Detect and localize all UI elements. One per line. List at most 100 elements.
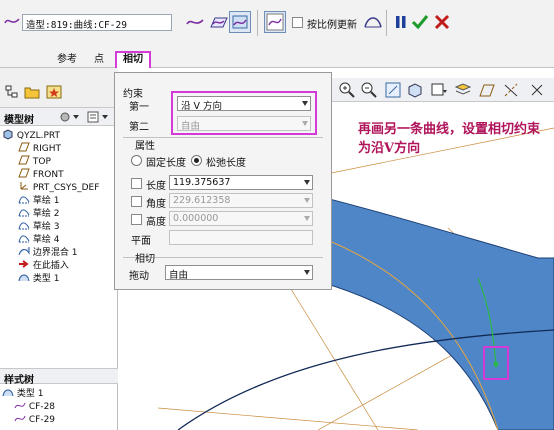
zoom-out-icon[interactable] [360, 81, 378, 99]
tree-item-sketch4[interactable]: 草绘 4 [18, 232, 60, 245]
tree-item-label: CF-28 [28, 402, 56, 412]
tree-item-label: QYZL.PRT [16, 131, 61, 141]
length-input[interactable]: 119.375637 [169, 175, 313, 190]
length-checkbox[interactable] [131, 178, 142, 189]
curvature-icon[interactable] [264, 11, 286, 33]
style-item-type[interactable]: 类型 1 [2, 386, 43, 399]
chevron-down-icon [304, 270, 310, 275]
tangency-panel: 约束 第一 沿 V 方向 第二 自由 属性 固定长度 松弛长度 长度 119.3… [114, 72, 332, 290]
style-item-cf29[interactable]: CF-29 [14, 412, 56, 425]
height-checkbox[interactable] [131, 214, 142, 225]
model-tree-tab-icon[interactable] [4, 84, 20, 100]
fixed-length-label: 固定长度 [146, 158, 186, 169]
tree-item-label: 边界混合 1 [32, 248, 78, 258]
saved-views-icon[interactable] [430, 81, 448, 99]
style-feature-icon [18, 274, 30, 282]
tree-item-front[interactable]: FRONT [18, 167, 64, 180]
refit-icon[interactable] [384, 81, 402, 99]
tab-tangency[interactable]: 相切 [115, 51, 151, 69]
datum-plane-icon [18, 168, 30, 178]
scale-update-label: 按比例更新 [307, 20, 357, 31]
datum-plane-icon [18, 142, 30, 152]
tree-item-sketch1[interactable]: 草绘 1 [18, 193, 59, 206]
first-constraint-label: 第一 [129, 102, 149, 113]
model-tree-label: 模型树 [4, 115, 34, 126]
instruction-annotation: 再画另一条曲线，设置相切约束为沿V方向 [358, 122, 541, 156]
tree-item-part[interactable]: QYZL.PRT [2, 128, 61, 141]
curve-name-field[interactable]: 造型:819:曲线:CF-29 [22, 14, 172, 31]
tree-item-top[interactable]: TOP [18, 154, 51, 167]
sketch-icon [18, 196, 30, 204]
style-curve-icon [14, 415, 26, 422]
tab-bar: 参考 点 相切 [0, 48, 554, 69]
style-tree-header: 样式树 [0, 368, 118, 386]
top-toolbar: 造型:819:曲线:CF-29 按比例更新 [0, 0, 554, 48]
tree-item-label: PRT_CSYS_DEF [32, 183, 100, 193]
tangency-group-label: 相切 [135, 254, 155, 265]
tree-item-insert-here[interactable]: 在此插入 [18, 258, 69, 271]
datum-axis-icon[interactable] [502, 81, 520, 99]
part-icon [3, 129, 13, 140]
property-group-label: 属性 [135, 141, 155, 152]
curve-on-surface-icon[interactable] [229, 11, 251, 33]
angle-input[interactable]: 229.612358 [169, 193, 313, 208]
model-tree-header: 模型树 [0, 108, 118, 126]
sketch-icon [18, 222, 30, 230]
height-value: 0.000000 [173, 213, 219, 224]
style-item-cf28[interactable]: CF-28 [14, 399, 56, 412]
datum-display-icon[interactable] [478, 81, 496, 99]
tree-item-csys[interactable]: PRT_CSYS_DEF [18, 180, 100, 193]
tab-point[interactable]: 点 [84, 53, 114, 69]
style-curve-icon [14, 402, 26, 409]
angle-checkbox[interactable] [131, 196, 142, 207]
planar-curve-icon[interactable] [207, 11, 229, 33]
tree-item-label: TOP [32, 157, 51, 167]
navigator-toolbar [0, 68, 118, 108]
tree-item-style-feature[interactable]: 类型 1 [18, 271, 59, 284]
style-tree-label: 样式树 [4, 375, 34, 386]
tree-item-label: CF-29 [28, 415, 56, 425]
length-value: 119.375637 [173, 177, 231, 188]
scale-update-checkbox[interactable] [292, 17, 303, 28]
layers-icon[interactable] [454, 81, 472, 99]
left-panel: 模型树 QYZL.PRT RIGHT TOP FRONT PRT_CSYS_DE… [0, 68, 118, 430]
toolbar-separator [386, 10, 387, 36]
plane-label: 平面 [131, 236, 151, 247]
drag-value: 自由 [169, 270, 189, 281]
tree-item-boundary-blend[interactable]: 边界混合 1 [18, 245, 78, 258]
angle-value: 229.612358 [173, 195, 231, 206]
favorites-icon[interactable] [46, 84, 62, 100]
sketch-icon [18, 235, 30, 243]
show-menu-icon[interactable] [86, 110, 112, 127]
tree-item-label: 在此插入 [32, 261, 69, 271]
constraint-highlight-box [171, 91, 317, 135]
view-toolbar [330, 78, 554, 102]
confirm-checkmark-icon[interactable] [409, 11, 431, 33]
zoom-in-icon[interactable] [338, 81, 356, 99]
tab-reference[interactable]: 参考 [50, 53, 84, 69]
tree-item-sketch3[interactable]: 草绘 3 [18, 219, 59, 232]
boundary-blend-icon [18, 247, 30, 256]
cancel-x-icon[interactable] [431, 11, 453, 33]
height-input[interactable]: 0.000000 [169, 211, 313, 226]
style-feature-icon [2, 389, 14, 397]
free-curve-icon[interactable] [184, 11, 206, 33]
folder-browser-icon[interactable] [24, 84, 40, 100]
tree-item-sketch2[interactable]: 草绘 2 [18, 206, 60, 219]
tree-item-right[interactable]: RIGHT [18, 141, 62, 154]
datum-point-icon[interactable] [528, 81, 546, 99]
relaxed-length-label: 松弛长度 [206, 158, 246, 169]
reorient-icon[interactable] [406, 81, 424, 99]
tree-item-label: RIGHT [32, 144, 62, 154]
chevron-down-icon [304, 198, 310, 203]
drag-select[interactable]: 自由 [165, 265, 313, 281]
relaxed-length-radio[interactable] [191, 155, 202, 166]
tree-item-label: 草绘 2 [32, 209, 60, 219]
tree-settings-icon[interactable] [58, 110, 80, 127]
chevron-down-icon [304, 216, 310, 221]
tree-item-label: 草绘 4 [32, 235, 60, 245]
arc-curve-icon[interactable] [362, 11, 384, 33]
fixed-length-radio[interactable] [131, 155, 142, 166]
sketch-icon [18, 209, 30, 217]
plane-input[interactable] [169, 230, 313, 245]
